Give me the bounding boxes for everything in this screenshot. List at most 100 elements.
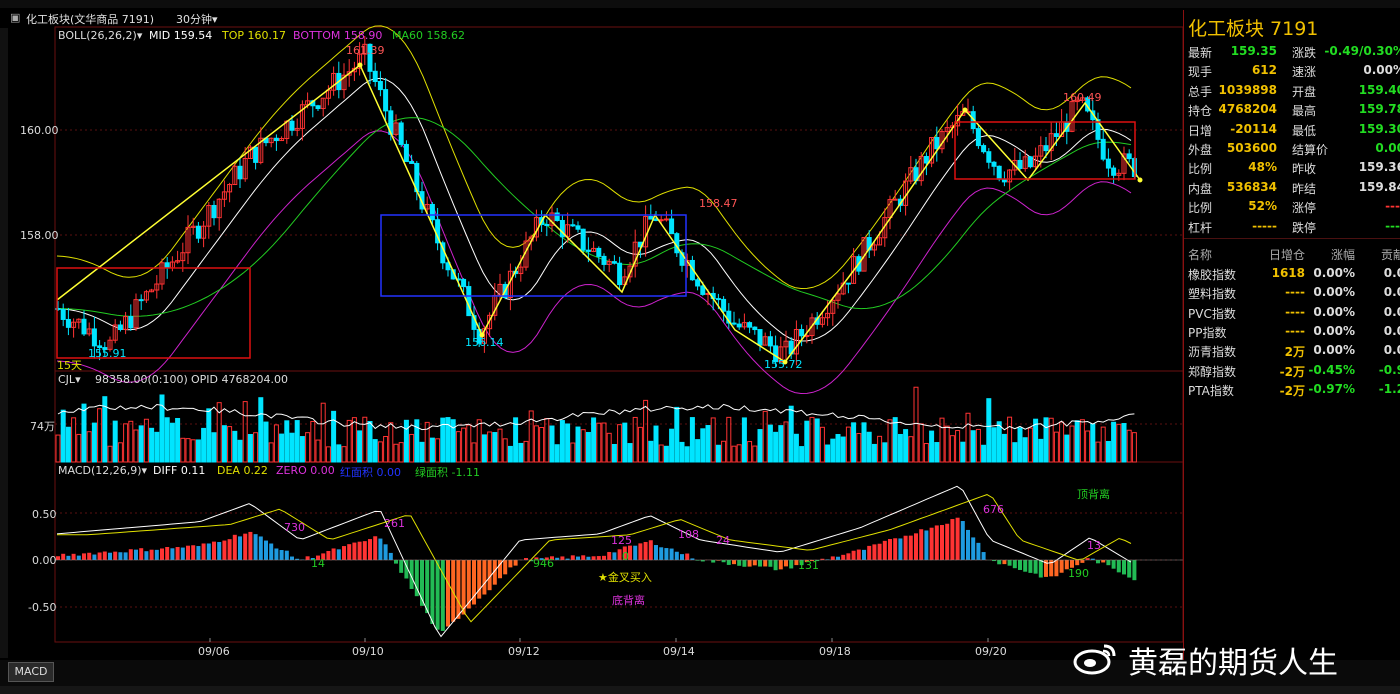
cjl-label[interactable]: CJL▾ [58,373,81,386]
bottom-divergence-label: 底背离 [612,594,645,607]
candle-body [845,282,851,285]
macd-histogram-bar [160,548,164,560]
macd-histogram-bar [1018,560,1022,570]
quote-label: 最低 [1292,123,1317,138]
volume-bar [991,427,997,463]
volume-bar [663,445,669,463]
macd-histogram-bar [503,560,508,575]
index-row[interactable]: PTA指数 -2万-0.97% -1.2 [1184,380,1400,399]
trend-arrow-icon [357,62,363,68]
macd-histogram-bar [66,555,71,560]
volume-bar [242,401,248,463]
volume-bar [830,438,836,463]
volume-bar [471,442,477,463]
candle-body [1017,159,1023,169]
index-row[interactable]: PP指数 ---- 0.00% 0.0 [1184,322,1400,341]
volume-bar [887,419,893,463]
index-row[interactable]: 沥青指数 2万 0.00% 0.0 [1184,341,1400,360]
volume-bar [975,428,981,463]
macd-histogram-bar [274,548,279,560]
candle-body [1126,153,1132,160]
index-header-row: 名称 日增仓 涨幅 贡献 [1184,244,1400,263]
macd-histogram-bar [165,546,170,560]
macd-annotation: 14 [311,557,325,570]
quote-value: 159.36 [1358,160,1400,175]
macd-histogram-bar [352,542,357,560]
volume-bar [648,440,654,463]
volume-bar [409,433,415,463]
tab-macd[interactable]: MACD [8,662,54,682]
index-name: PTA指数 [1188,383,1234,398]
candle-body [975,128,981,147]
quote-label: 昨收 [1292,162,1317,177]
macd-histogram-bar [1122,560,1126,575]
macd-diff-line [56,485,1132,638]
volume-bar [377,441,383,463]
boll-label[interactable]: BOLL(26,26,2)▾ [58,29,142,42]
volume-bar [913,386,919,463]
quote-value: 48% [1248,160,1277,175]
index-inc: 2万 [1284,345,1305,360]
volume-bar [263,421,269,463]
macd-histogram-bar [862,549,866,560]
index-inc: -2万 [1279,383,1305,398]
index-inc: ---- [1285,285,1305,300]
index-row[interactable]: PVC指数 ---- 0.00% 0.0 [1184,303,1400,322]
candle-body [767,336,773,347]
volume-bar [882,442,888,463]
candle-body [544,224,550,227]
volume-bar [393,443,399,463]
volume-bar [944,425,950,463]
index-row[interactable]: 塑料指数 ---- 0.00% 0.0 [1184,283,1400,302]
macd-histogram-bar [851,550,856,560]
volume-bar [273,424,279,463]
quote-value: 159.78 [1358,102,1400,117]
macd-annotation: 190 [1068,567,1089,580]
macd-histogram-bar [680,554,684,560]
chart-area[interactable] [0,0,1183,660]
volume-bar [871,443,877,463]
divider [1184,238,1400,239]
volume-bar [123,423,129,463]
candle-body [747,322,753,328]
volume-bar [206,408,212,463]
candle-body [273,137,279,142]
volume-bar [143,418,149,463]
index-name: PVC指数 [1188,306,1236,321]
candle-body [570,224,576,227]
candle-body [237,165,243,180]
candle-body [372,70,378,83]
volume-bar [606,432,612,463]
index-row[interactable]: 郑醇指数 -2万-0.45% -0.9 [1184,361,1400,380]
volume-bar [710,417,716,463]
index-name: 郑醇指数 [1188,364,1237,379]
index-name: PP指数 [1188,325,1227,340]
macd-histogram-bar [71,553,76,560]
quote-title: 化工板块 7191 [1188,18,1319,40]
volume-bar [1090,423,1096,463]
macd-annotation: 24 [716,534,730,547]
index-chg: -0.45% [1308,362,1355,377]
volume-bar [658,444,664,463]
volume-bar [866,431,872,463]
volume-bar [814,418,820,463]
volume-bar [403,419,409,463]
index-contrib: 0.0 [1383,285,1400,300]
volume-bar [736,444,742,463]
volume-bar [169,422,175,463]
candle-body [617,262,623,286]
volume-bar [1105,440,1111,463]
macd-label[interactable]: MACD(12,26,9)▾ [58,464,147,477]
volume-bar [804,420,810,463]
quote-value: 503600 [1226,141,1277,155]
macd-annotation: 125 [611,534,632,547]
volume-bar [897,433,903,463]
macd-histogram-bar [118,552,123,560]
index-name: 橡胶指数 [1188,268,1237,282]
index-header-name: 名称 [1188,248,1213,262]
index-chg: 0.00% [1313,266,1355,280]
index-row[interactable]: 橡胶指数 1618 0.00% 0.0 [1184,264,1400,283]
weibo-logo-icon [1073,644,1116,675]
ma60-line [56,117,1132,317]
volume-bar [559,420,565,463]
